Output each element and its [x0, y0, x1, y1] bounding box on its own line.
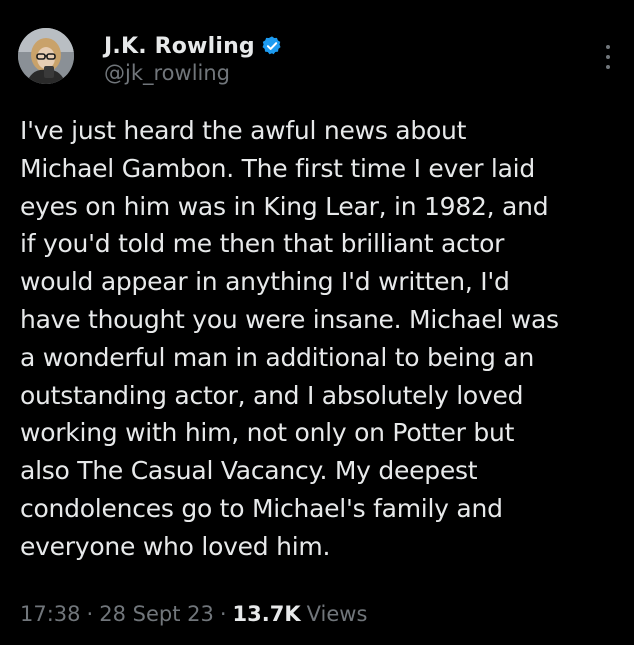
- author-handle[interactable]: @jk_rowling: [104, 61, 230, 85]
- more-vertical-icon[interactable]: [598, 45, 618, 69]
- menu-dot: [606, 55, 610, 59]
- meta-separator: ·: [219, 602, 227, 626]
- avatar[interactable]: [18, 28, 74, 84]
- views-label[interactable]: Views: [307, 602, 368, 626]
- post-meta: 17:38 · 28 Sept 23 · 13.7K Views: [20, 602, 367, 626]
- post-date[interactable]: 28 Sept 23: [99, 602, 214, 626]
- menu-dot: [606, 45, 610, 49]
- verified-badge-icon[interactable]: [261, 35, 283, 57]
- menu-dot: [606, 65, 610, 69]
- post-card: J.K. Rowling @jk_rowling I've just heard…: [0, 0, 634, 645]
- post-time[interactable]: 17:38: [20, 602, 81, 626]
- author-name-row[interactable]: J.K. Rowling: [104, 31, 283, 61]
- avatar-image: [18, 28, 74, 84]
- meta-separator: ·: [86, 602, 94, 626]
- post-text: I've just heard the awful news about Mic…: [20, 116, 559, 561]
- views-count[interactable]: 13.7K: [233, 602, 301, 626]
- author-display-name[interactable]: J.K. Rowling: [104, 34, 255, 59]
